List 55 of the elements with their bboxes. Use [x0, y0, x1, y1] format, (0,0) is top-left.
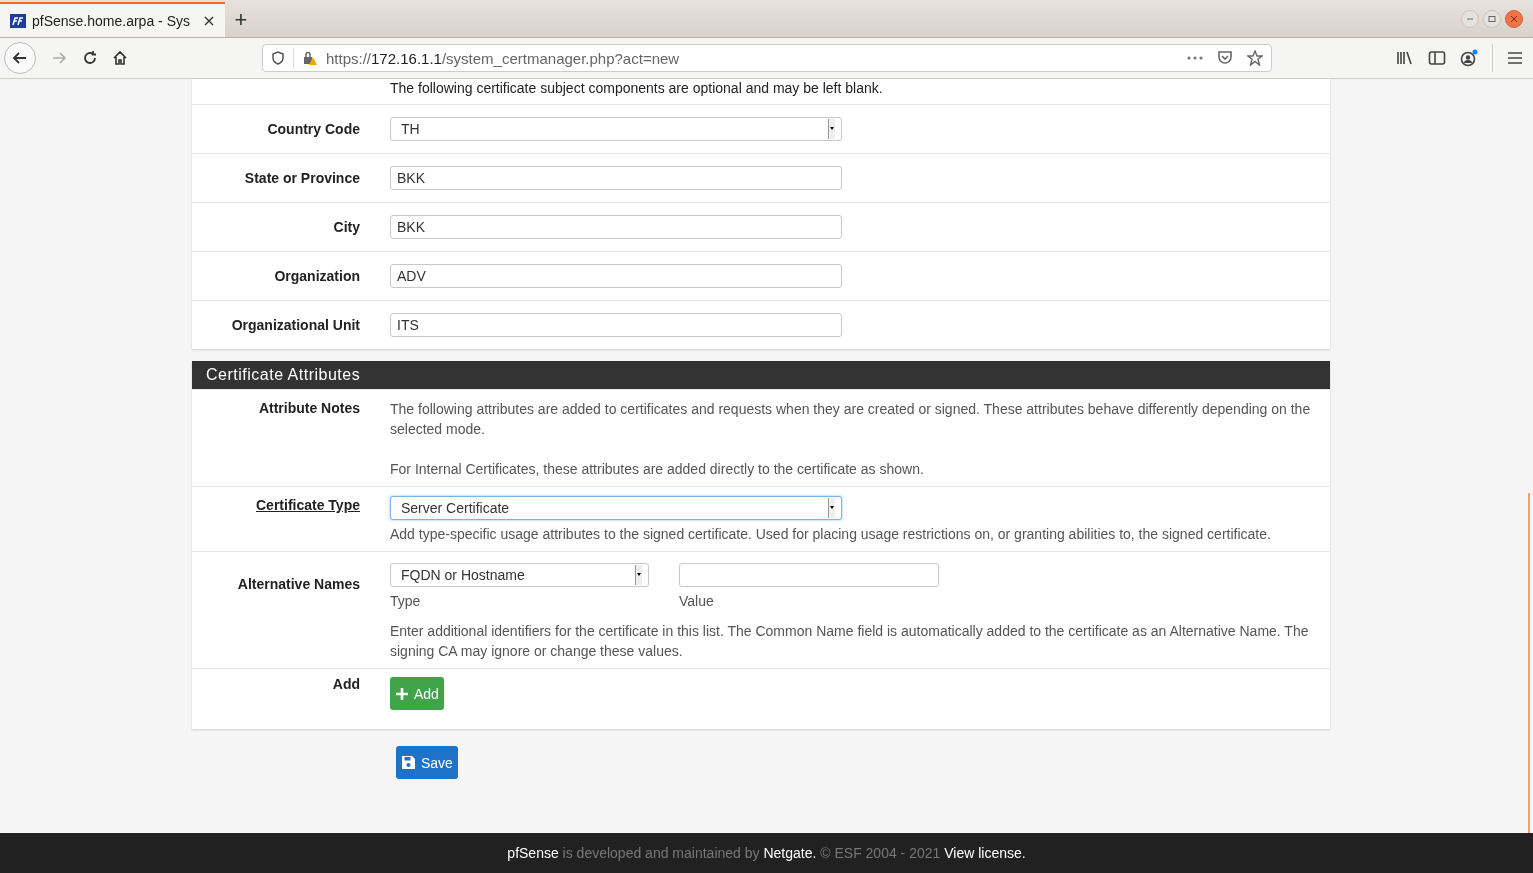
field-caption: Type	[390, 592, 422, 611]
field-caption: Value	[679, 592, 715, 611]
back-button[interactable]	[4, 42, 36, 74]
sidebar-icon[interactable]	[1428, 50, 1446, 66]
field-label: Organizational Unit	[231, 317, 360, 333]
library-icon[interactable]	[1396, 50, 1414, 66]
pfsense-logo-icon	[10, 12, 26, 29]
footer-link[interactable]: Netgate.	[763, 845, 817, 861]
panel-title: Certificate Attributes	[206, 366, 361, 384]
lock-warning-icon	[302, 50, 318, 66]
pocket-icon[interactable]	[1217, 50, 1233, 66]
star-icon[interactable]	[1247, 50, 1263, 66]
scrollbar[interactable]	[1528, 493, 1530, 833]
maximize-button[interactable]	[1483, 9, 1501, 28]
plus-icon	[395, 686, 409, 701]
dropdown[interactable]: TH	[390, 117, 842, 141]
maximize-icon	[1488, 14, 1496, 23]
field-label: Country Code	[267, 121, 360, 137]
footer-text: pfSense is developed and maintained by Netgate. © ESF 2004 - 2021 View license.	[507, 845, 1026, 861]
text-field[interactable]: BKK	[390, 166, 842, 190]
text-field[interactable]: BKK	[390, 215, 842, 239]
menu-icon[interactable]	[1507, 51, 1523, 65]
tab-title: pfSense.home.arpa - Sys	[32, 12, 191, 29]
text-field[interactable]	[679, 563, 939, 587]
url-text: https://172.16.1.1/system_certmanager.php?act=new	[326, 49, 681, 67]
help-text: Add type-specific usage attributes to the signed certificate. Used for placing usage restrictions on, or granting abilities to, the signed certificate.	[390, 525, 1272, 544]
field-label: Add	[332, 676, 360, 692]
close-icon[interactable]	[203, 14, 215, 27]
account-icon[interactable]	[1460, 49, 1478, 67]
new-tab-button[interactable]: +	[225, 2, 257, 37]
help-text: The following attributes are added to certificates and requests when they are created or signed. These attributes behave differently depending on the selected mode.	[390, 400, 1312, 439]
close-icon	[1510, 14, 1518, 23]
text-field[interactable]: ITS	[390, 313, 842, 337]
text-field[interactable]: ADV	[390, 264, 842, 288]
field-label: City	[333, 219, 360, 235]
field-label: Attribute Notes	[258, 400, 360, 416]
browser-tab[interactable]: pfSense.home.arpa - Sys	[0, 2, 225, 37]
footer-link[interactable]: View license.	[944, 845, 1026, 861]
more-icon[interactable]	[1187, 56, 1203, 60]
shield-icon	[271, 51, 285, 65]
field-label: Organization	[274, 268, 360, 284]
reload-icon[interactable]	[82, 50, 98, 66]
field-label-link[interactable]: Certificate Type	[256, 497, 360, 513]
address-bar[interactable]: https://172.16.1.1/system_certmanager.php?act=new	[262, 44, 1272, 72]
field-label: Alternative Names	[237, 576, 360, 592]
help-text: For Internal Certificates, these attributes are added directly to the certificate as shown.	[390, 460, 925, 479]
subject-note: The following certificate subject components are optional and may be left blank.	[390, 80, 883, 96]
footer-link[interactable]: pfSense	[507, 845, 559, 861]
close-window-button[interactable]	[1505, 9, 1523, 28]
dropdown[interactable]: Server Certificate	[390, 496, 842, 520]
help-text: Enter additional identifiers for the certificate in this list. The Common Name field is automatically added to the certificate as an Alternative Name. The signing CA may ignore or change these values.	[390, 622, 1310, 661]
dropdown[interactable]: FQDN or Hostname	[390, 563, 649, 587]
save-button[interactable]: Save	[396, 746, 458, 779]
home-icon[interactable]	[112, 50, 128, 66]
field-label: State or Province	[244, 170, 360, 186]
